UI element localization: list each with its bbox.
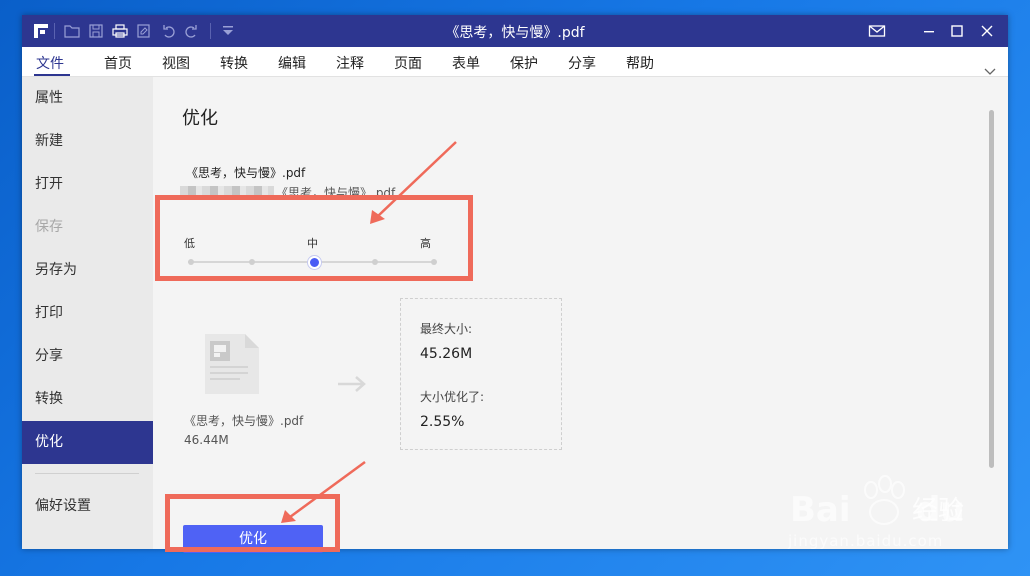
optimization-result-box: 最终大小: 45.26M 大小优化了: 2.55%: [400, 298, 562, 450]
page-title: 优化: [182, 108, 218, 129]
watermark-url: jingyan.baidu.com: [788, 532, 944, 550]
arrow-right-icon: [336, 374, 368, 398]
menu-view[interactable]: 视图: [162, 53, 190, 73]
watermark-cn: 经验: [912, 496, 965, 526]
source-file-size: 46.44M: [184, 433, 229, 447]
vertical-scrollbar[interactable]: [989, 110, 994, 468]
sidebar-item-properties[interactable]: 属性: [22, 77, 153, 120]
final-size-label: 最终大小:: [420, 322, 473, 336]
menu-file[interactable]: 文件: [36, 53, 64, 73]
menu-annotate[interactable]: 注释: [336, 53, 364, 73]
sidebar-item-open[interactable]: 打开: [22, 163, 153, 206]
slider-highlight-box: [155, 195, 473, 281]
file-sidebar: 属性 新建 打开 保存 另存为 打印 分享 转换 优化 偏好设置: [22, 77, 153, 549]
menu-form[interactable]: 表单: [452, 53, 480, 73]
sidebar-item-print[interactable]: 打印: [22, 292, 153, 335]
final-size-value: 45.26M: [420, 346, 473, 362]
menu-convert[interactable]: 转换: [220, 53, 248, 73]
reduced-label: 大小优化了:: [420, 390, 485, 404]
sidebar-item-save-as[interactable]: 另存为: [22, 249, 153, 292]
menu-home[interactable]: 首页: [104, 53, 132, 73]
menu-help[interactable]: 帮助: [626, 53, 654, 73]
menu-bar: 文件 首页 视图 转换 编辑 注释 页面 表单 保护 分享 帮助: [22, 47, 1008, 77]
source-file-name: 《思考，快与慢》.pdf: [184, 414, 304, 428]
watermark-brand: Bai: [790, 490, 851, 530]
minimize-icon[interactable]: [920, 22, 938, 40]
sidebar-divider: [35, 473, 139, 474]
sidebar-item-preferences[interactable]: 偏好设置: [22, 485, 153, 528]
maximize-icon[interactable]: [948, 22, 966, 40]
sidebar-item-new[interactable]: 新建: [22, 120, 153, 163]
sidebar-item-convert[interactable]: 转换: [22, 378, 153, 421]
window-title: 《思考，快与慢》.pdf: [445, 25, 585, 41]
button-highlight-box: [165, 494, 340, 552]
menu-page[interactable]: 页面: [394, 53, 422, 73]
sidebar-item-optimize[interactable]: 优化: [22, 421, 153, 464]
pdf-document-icon: [203, 332, 261, 400]
menu-edit[interactable]: 编辑: [278, 53, 306, 73]
title-bar: 《思考，快与慢》.pdf: [22, 15, 1008, 47]
reduced-value: 2.55%: [420, 414, 465, 430]
file-name: 《思考，快与慢》.pdf: [186, 166, 306, 180]
sidebar-item-share[interactable]: 分享: [22, 335, 153, 378]
menu-protect[interactable]: 保护: [510, 53, 538, 73]
mail-icon[interactable]: [868, 22, 886, 40]
app-window: 《思考，快与慢》.pdf 文件 首页 视图 转换 编辑 注释 页面 表单 保护 …: [22, 15, 1008, 553]
sidebar-item-save: 保存: [35, 219, 63, 235]
menu-share[interactable]: 分享: [568, 53, 596, 73]
active-menu-underline: [34, 74, 70, 76]
close-icon[interactable]: [978, 22, 996, 40]
